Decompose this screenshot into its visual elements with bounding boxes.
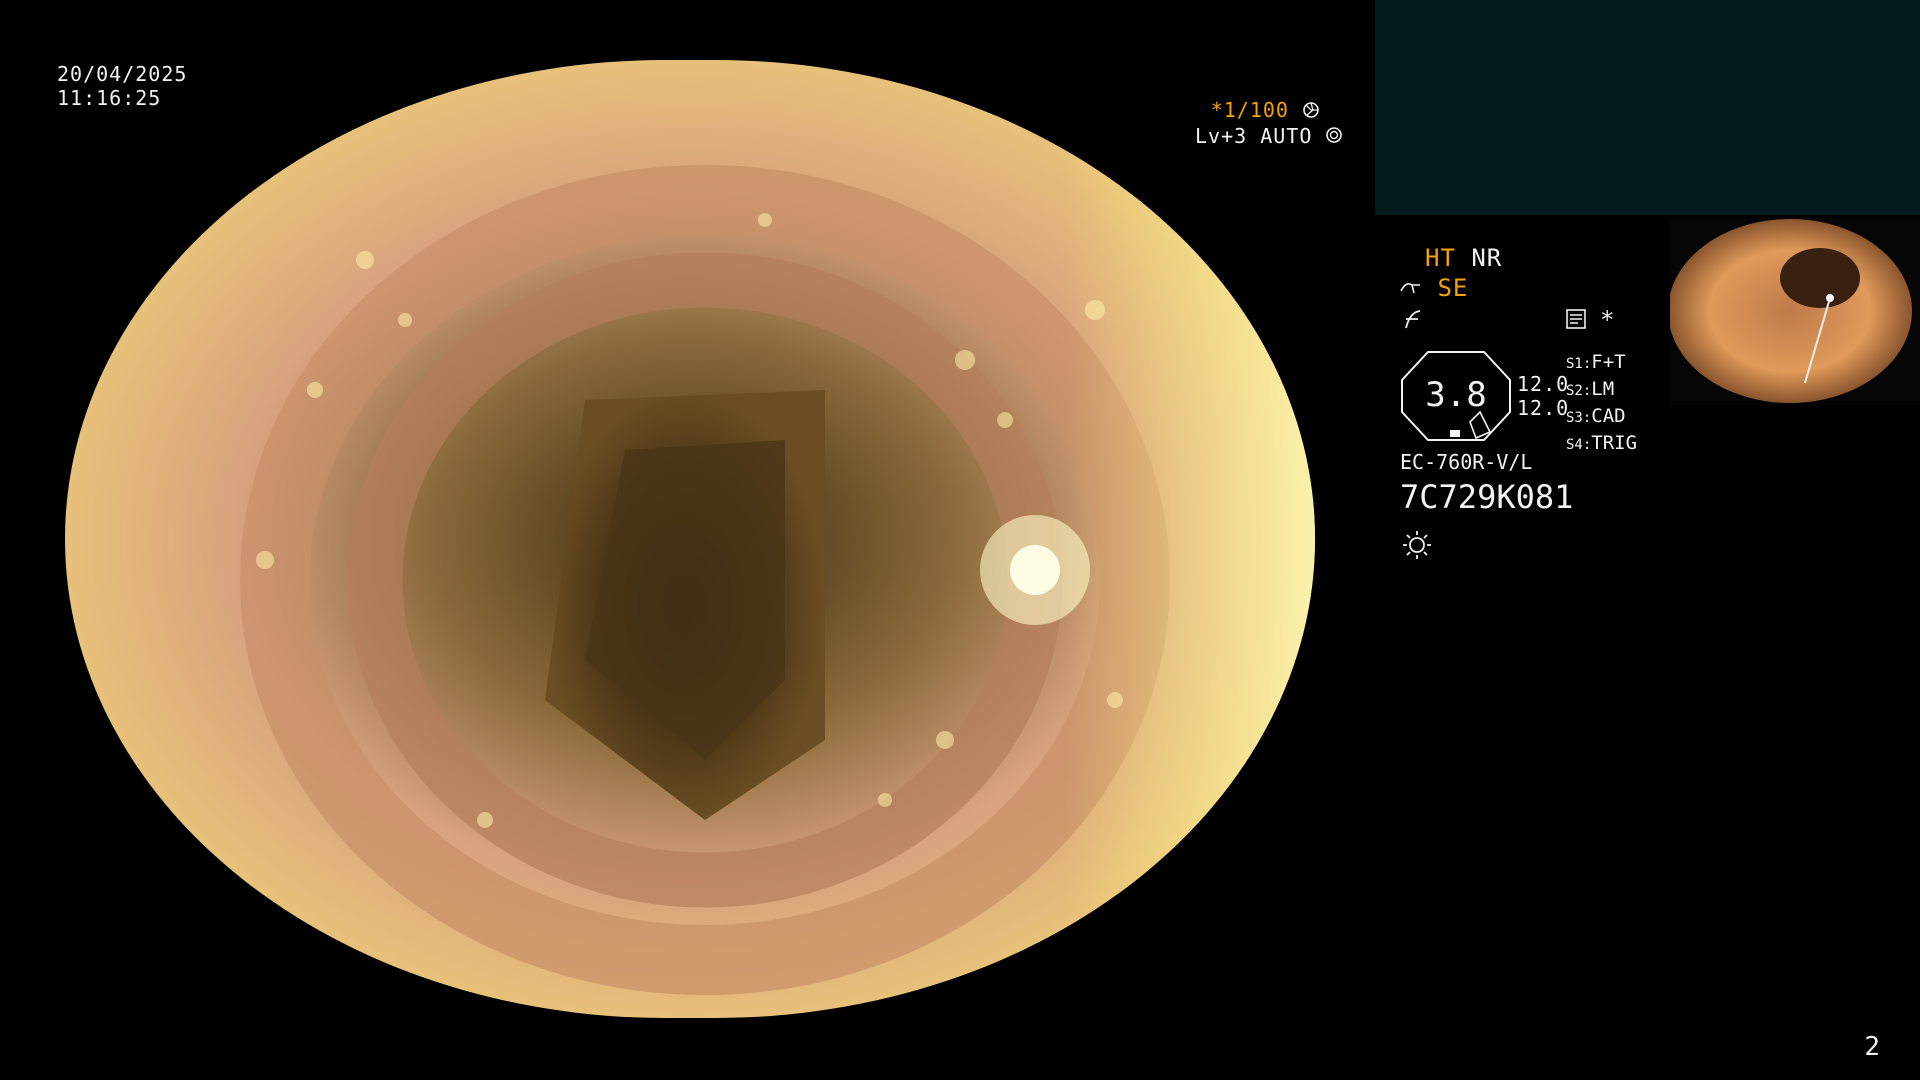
se-label: SE	[1437, 274, 1469, 302]
switch-list: S1:F+T S2:LM S3:CAD S4:TRIG	[1566, 350, 1637, 458]
info-box-empty	[1375, 0, 1920, 215]
se-row: SE	[1400, 276, 1468, 301]
scope-tip-icon	[1400, 277, 1422, 301]
star-label: *	[1600, 306, 1616, 334]
switch-row: S4:TRIG	[1566, 432, 1638, 454]
mode-text: AUTO	[1260, 123, 1313, 148]
date-time-block: 20/04/2025 11:16:25	[57, 62, 187, 110]
speed-value: 3.8	[1425, 375, 1487, 415]
value-2: 12.0	[1517, 396, 1570, 420]
switch-row: S1:F+T	[1566, 351, 1626, 373]
nr-label: NR	[1471, 244, 1503, 272]
page-number: 2	[1864, 1032, 1880, 1062]
aperture-icon	[1302, 100, 1320, 124]
ht-nr-row: HT NR	[1425, 246, 1502, 270]
f-curve-icon	[1402, 308, 1424, 334]
shutter-text: *1/100	[1210, 98, 1289, 122]
switch-row: S3:CAD	[1566, 405, 1626, 427]
pip-image	[1670, 219, 1912, 403]
iris-icon	[1325, 125, 1343, 149]
time-text: 11:16:25	[57, 86, 162, 110]
memory-card-icon	[1565, 308, 1587, 334]
pip-thumbnail	[1670, 218, 1920, 405]
endoscope-image	[65, 60, 1315, 1018]
value-column: 12.0 12.0	[1517, 372, 1569, 420]
ht-label: HT	[1425, 244, 1456, 272]
scope-serial: 7C729K081	[1400, 478, 1574, 516]
endoscope-image-drawing	[65, 60, 1315, 1018]
date-text: 20/04/2025	[57, 62, 188, 86]
level-text: Lv+3	[1195, 123, 1248, 148]
sun-icon	[1402, 530, 1432, 564]
switch-row: S2:LM	[1566, 378, 1615, 400]
value-1: 12.0	[1517, 372, 1570, 396]
exposure-block: *1/100 Lv+3 AUTO	[1195, 98, 1343, 149]
scope-model: EC-760R-V/L	[1400, 450, 1533, 474]
